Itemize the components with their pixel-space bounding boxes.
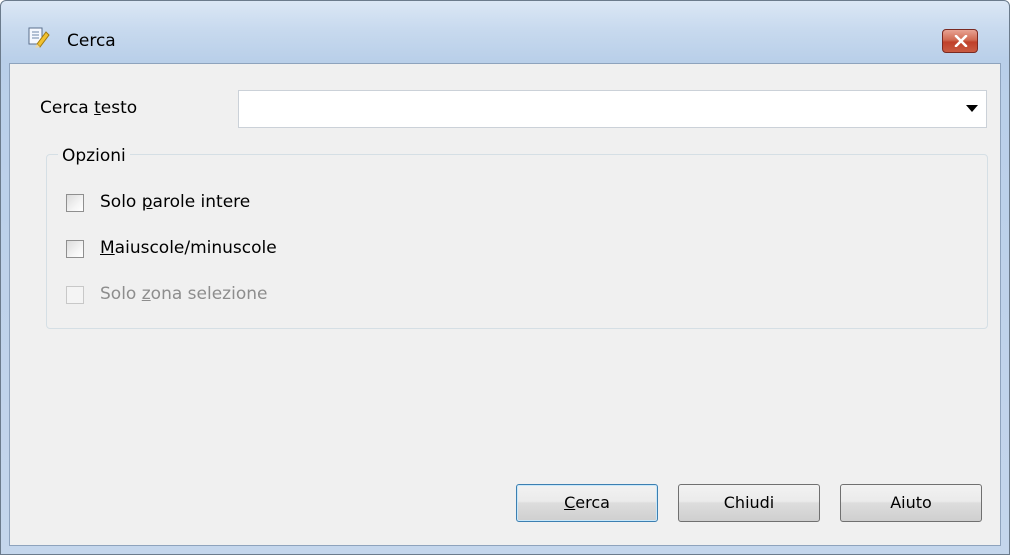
window-title: Cerca: [67, 31, 116, 51]
selection-only-label-post: ona selezione: [150, 284, 268, 304]
search-text-label: Cerca testo: [40, 98, 137, 118]
search-label-prefix: Cerca: [40, 98, 95, 118]
match-case-label: Maiuscole/minuscole: [100, 238, 277, 258]
options-group-legend: Opzioni: [58, 146, 130, 166]
whole-words-label-pre: Solo: [100, 192, 142, 212]
close-dialog-button[interactable]: Chiudi: [678, 484, 820, 522]
search-text-combobox[interactable]: [238, 90, 987, 128]
selection-only-checkbox: [66, 286, 84, 304]
search-label-accelerator: t: [94, 98, 101, 118]
selection-only-label: Solo zona selezione: [100, 284, 267, 304]
search-dialog: Cerca Cerca testo Opzioni Solo parole in…: [0, 0, 1010, 555]
selection-only-label-accel: z: [141, 284, 151, 304]
whole-words-label: Solo parole intere: [100, 192, 250, 212]
whole-words-checkbox[interactable]: [66, 194, 84, 212]
match-case-checkbox[interactable]: [66, 240, 84, 258]
help-button[interactable]: Aiuto: [840, 484, 982, 522]
search-text-input[interactable]: [243, 95, 947, 125]
whole-words-label-post: arole intere: [152, 192, 251, 212]
search-button-label: erca: [575, 493, 610, 512]
close-button[interactable]: [942, 29, 978, 53]
match-case-label-accel: M: [100, 238, 115, 258]
search-button[interactable]: Cerca: [516, 484, 658, 522]
match-case-label-post: aiuscole/minuscole: [114, 238, 277, 258]
search-label-suffix: esto: [100, 98, 138, 118]
search-button-accel: C: [564, 493, 576, 512]
dialog-body: Cerca testo Opzioni Solo parole intere M…: [9, 63, 1001, 546]
whole-words-label-accel: p: [141, 192, 153, 212]
title-bar[interactable]: Cerca: [1, 1, 1009, 63]
chevron-down-icon[interactable]: [966, 105, 978, 112]
selection-only-label-pre: Solo: [100, 284, 142, 304]
search-app-icon: [27, 26, 51, 48]
